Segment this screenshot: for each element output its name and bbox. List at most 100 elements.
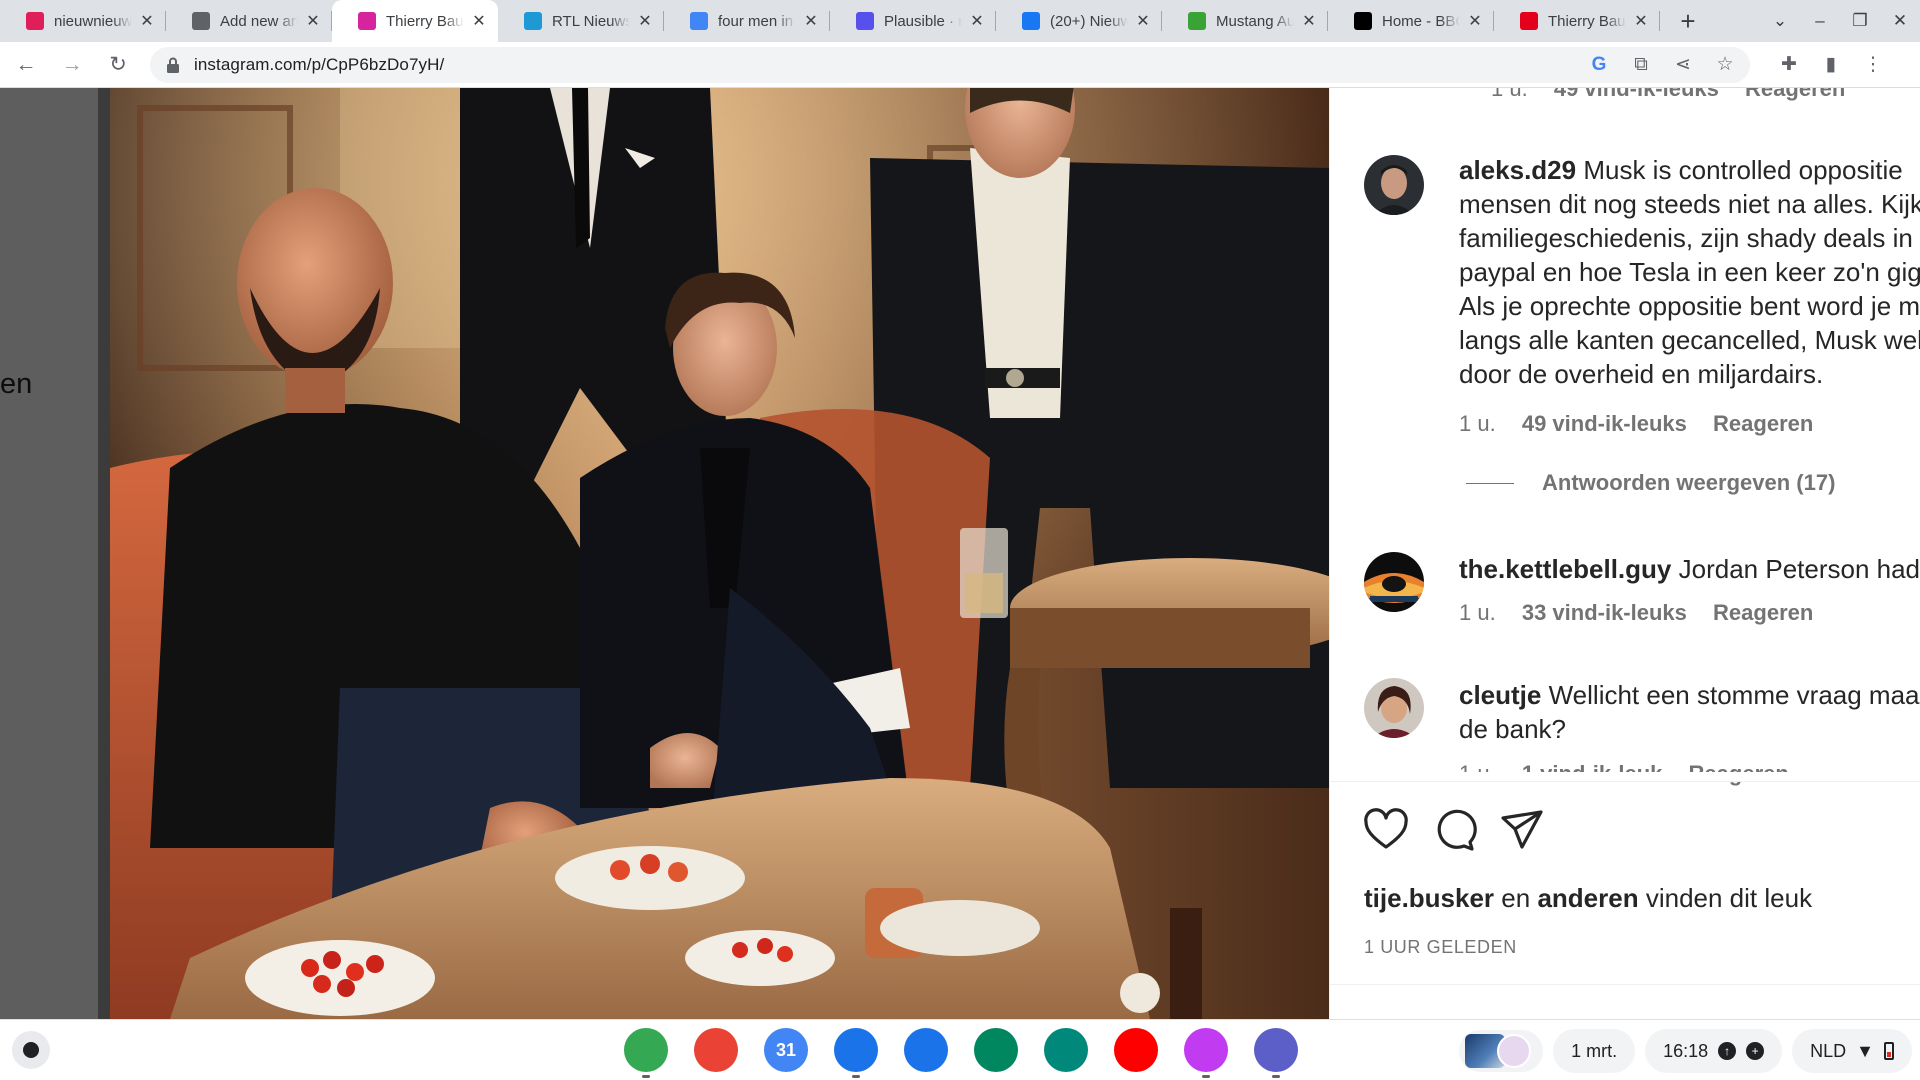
facebook-icon [1022, 12, 1040, 30]
tab[interactable]: Plausible · nieuw ✕ [830, 0, 996, 42]
bookmark-star-icon[interactable]: ☆ [1714, 53, 1736, 76]
open-in-app-icon[interactable]: ⧉ [1630, 54, 1652, 76]
tab-title: Mustang Audio [1216, 12, 1294, 30]
youtube-icon[interactable] [1114, 1028, 1158, 1072]
liked-by-conjunction: en [1501, 883, 1531, 913]
files-icon[interactable] [834, 1028, 878, 1078]
reply-button[interactable]: Reageren [1745, 88, 1845, 101]
like-heart-icon[interactable] [1362, 806, 1410, 854]
comment-username[interactable]: the.kettlebell.guy [1459, 554, 1671, 584]
tab-close-icon[interactable]: ✕ [1632, 12, 1650, 30]
liked-by-others[interactable]: anderen [1537, 883, 1638, 913]
wifi-icon: ▼ [1856, 1040, 1874, 1061]
tab[interactable]: (20+) Nieuws ✕ [996, 0, 1162, 42]
tab[interactable]: nieuwnieuws ✕ [0, 0, 166, 42]
launcher-button[interactable] [12, 1031, 50, 1069]
tab[interactable]: RTL Nieuws ✕ [498, 0, 664, 42]
comment-likes[interactable]: 33 vind-ik-leuks [1522, 600, 1687, 625]
menu-icon[interactable]: ⋮ [1862, 53, 1884, 76]
tab[interactable]: Home - BBC ✕ [1328, 0, 1494, 42]
tab-close-icon[interactable]: ✕ [636, 12, 654, 30]
tab-title: nieuwnieuws [54, 12, 132, 30]
rtl-icon [524, 12, 542, 30]
tab-title: four men in a [718, 12, 796, 30]
tab-close-icon[interactable]: ✕ [138, 12, 156, 30]
battery-icon [1884, 1042, 1894, 1060]
back-icon[interactable]: ← [6, 45, 46, 85]
divider [1330, 984, 1920, 985]
teams-icon[interactable] [1254, 1028, 1298, 1078]
avatar[interactable] [1364, 678, 1424, 738]
comment-username[interactable]: aleks.d29 [1459, 155, 1576, 185]
google-lens-icon[interactable]: G [1588, 54, 1610, 76]
avatar[interactable] [1364, 155, 1424, 215]
reply-button[interactable]: Reageren [1713, 411, 1813, 436]
post-time[interactable]: 1 UUR GELEDEN [1364, 937, 1517, 958]
view-replies-button[interactable]: Antwoorden weergeven (17) [1466, 470, 1835, 496]
restore-icon[interactable]: ❐ [1840, 0, 1880, 42]
comment-likes[interactable]: 49 vind-ik-leuks [1554, 88, 1719, 101]
comment-time: 1 u. [1491, 88, 1528, 101]
tab-close-icon[interactable]: ✕ [1134, 12, 1152, 30]
comment-username[interactable]: cleutje [1459, 680, 1541, 710]
pinned-app-icon[interactable] [1184, 1028, 1228, 1078]
reply-button[interactable]: Reageren [1713, 600, 1813, 625]
tab-close-icon[interactable]: ✕ [968, 12, 986, 30]
chrome-icon[interactable] [624, 1028, 668, 1078]
running-indicator [1272, 1075, 1280, 1078]
share-paper-plane-icon[interactable] [1498, 806, 1546, 854]
side-panel-icon[interactable]: ▮ [1820, 53, 1842, 76]
address-bar[interactable]: instagram.com/p/CpP6bzDo7yH/ G ⧉ ⋖ ☆ [150, 46, 1750, 83]
date-tray[interactable]: 1 mrt. [1553, 1029, 1636, 1073]
tab-title: Thierry Baudet [1548, 12, 1626, 30]
comments-panel: 1 u. 49 vind-ik-leuks Reageren aleks.d29… [1329, 88, 1920, 1019]
tab[interactable]: Add new article ✕ [166, 0, 332, 42]
tab[interactable]: Thierry Baudet ✕ [332, 0, 498, 42]
reload-icon[interactable]: ↻ [98, 45, 138, 85]
comment-meta: 1 u. 49 vind-ik-leuks Reageren [1491, 88, 1865, 102]
forward-icon[interactable]: → [52, 45, 92, 85]
tab[interactable]: Thierry Baudet ✕ [1494, 0, 1660, 42]
tab-close-icon[interactable]: ✕ [470, 12, 488, 30]
comment-likes[interactable]: 49 vind-ik-leuks [1522, 411, 1687, 436]
play-store-icon[interactable] [974, 1028, 1018, 1072]
tab-close-icon[interactable]: ✕ [304, 12, 322, 30]
system-tray[interactable]: 16:18 ↑ + [1645, 1029, 1783, 1073]
globe-icon [192, 12, 210, 30]
liked-by-user[interactable]: tije.busker [1364, 883, 1494, 913]
tab-search-icon[interactable]: ⌄ [1760, 0, 1800, 42]
comment-line: Musk is controlled oppositie [1583, 155, 1903, 185]
holding-space[interactable] [1459, 1030, 1544, 1072]
extensions-icon[interactable]: ✚ [1778, 53, 1800, 76]
share-icon[interactable]: ⋖ [1672, 53, 1694, 76]
comment-line: paypal en hoe Tesla in een keer zo'n gig [1459, 257, 1920, 287]
tab-title: Plausible · nieuw [884, 12, 962, 30]
tab-separator [1659, 11, 1660, 31]
slack-icon [26, 12, 44, 30]
tab[interactable]: Mustang Audio ✕ [1162, 0, 1328, 42]
post-image[interactable] [110, 88, 1329, 1019]
tab-close-icon[interactable]: ✕ [1466, 12, 1484, 30]
dimmed-edge [98, 88, 110, 1019]
meet-icon[interactable] [1044, 1028, 1088, 1072]
tab-close-icon[interactable]: ✕ [802, 12, 820, 30]
comment-bubble-icon[interactable] [1430, 806, 1478, 854]
minimize-icon[interactable]: – [1800, 0, 1840, 42]
clock-label: 16:18 [1663, 1040, 1709, 1061]
comment-line: Wellicht een stomme vraag maar [1548, 680, 1920, 710]
comment-line: mensen dit nog steeds niet na alles. Kij… [1459, 189, 1920, 219]
comment-line: Jordan Peterson had [1678, 554, 1920, 584]
tab-close-icon[interactable]: ✕ [1300, 12, 1318, 30]
status-area: 1 mrt. 16:18 ↑ + NLD ▼ [1459, 1029, 1912, 1073]
dimmed-background[interactable]: en [0, 88, 98, 1019]
messages-icon[interactable] [904, 1028, 948, 1072]
avatar[interactable] [1364, 552, 1424, 612]
quick-settings-tray[interactable]: NLD ▼ [1792, 1029, 1912, 1073]
calendar-icon[interactable]: 31 [764, 1028, 808, 1072]
new-tab-button[interactable]: + [1668, 0, 1708, 42]
gmail-icon[interactable] [694, 1028, 738, 1072]
running-indicator [852, 1075, 860, 1078]
tab[interactable]: four men in a ✕ [664, 0, 830, 42]
close-window-icon[interactable]: ✕ [1880, 0, 1920, 42]
upload-icon: ↑ [1718, 1042, 1737, 1060]
